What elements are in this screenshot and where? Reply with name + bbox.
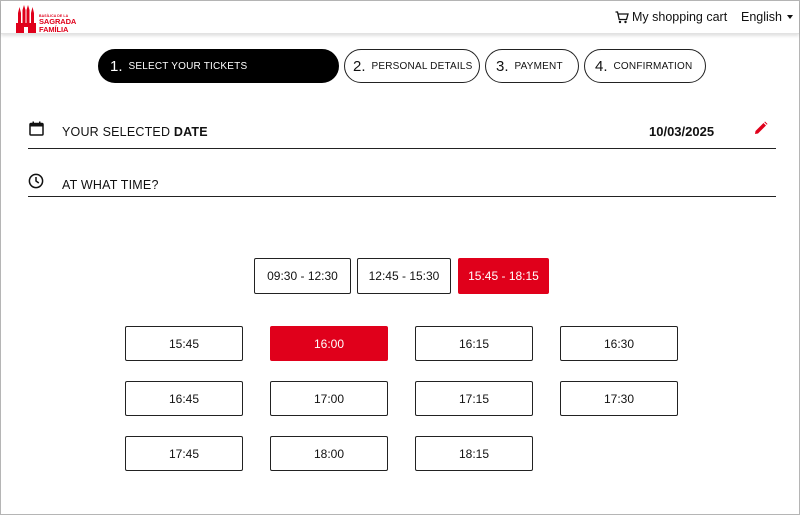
step-label: SELECT YOUR TICKETS bbox=[128, 60, 248, 72]
date-row-divider bbox=[28, 148, 776, 149]
time-row-divider bbox=[28, 196, 776, 197]
cart-label: My shopping cart bbox=[632, 10, 728, 24]
step-personal-details[interactable]: 2. PERSONAL DETAILS bbox=[344, 49, 480, 83]
time-range-button[interactable]: 12:45 - 15:30 bbox=[357, 258, 451, 294]
time-slot-button[interactable]: 17:30 bbox=[560, 381, 678, 416]
shopping-cart-icon bbox=[615, 10, 629, 23]
time-range-button-selected[interactable]: 15:45 - 18:15 bbox=[458, 258, 549, 294]
time-question-label: AT WHAT TIME? bbox=[62, 178, 159, 192]
time-range-button[interactable]: 09:30 - 12:30 bbox=[254, 258, 351, 294]
time-slot-button[interactable]: 16:30 bbox=[560, 326, 678, 361]
step-payment[interactable]: 3. PAYMENT bbox=[485, 49, 579, 83]
time-slot-button[interactable]: 17:45 bbox=[125, 436, 243, 471]
calendar-icon bbox=[29, 121, 44, 136]
step-number: 2. bbox=[353, 57, 366, 75]
date-label-prefix: YOUR SELECTED bbox=[62, 125, 174, 139]
step-select-tickets[interactable]: 1. SELECT YOUR TICKETS bbox=[98, 49, 339, 83]
step-number: 1. bbox=[110, 57, 123, 75]
shopping-cart-link[interactable]: My shopping cart bbox=[615, 9, 727, 25]
sagrada-familia-logo[interactable]: BASÍLICA DE LA SAGRADA FAMÍLIA bbox=[16, 3, 78, 33]
language-selector[interactable]: English bbox=[741, 9, 793, 25]
basilica-towers-icon bbox=[16, 5, 36, 33]
clock-icon bbox=[28, 173, 44, 189]
pencil-icon[interactable] bbox=[753, 121, 768, 136]
step-number: 3. bbox=[496, 57, 509, 75]
language-label: English bbox=[741, 10, 782, 24]
step-label: CONFIRMATION bbox=[613, 60, 693, 72]
step-label: PERSONAL DETAILS bbox=[371, 60, 473, 72]
top-bar: BASÍLICA DE LA SAGRADA FAMÍLIA My shoppi… bbox=[1, 1, 799, 34]
logo-line-3: FAMÍLIA bbox=[39, 24, 69, 34]
time-slot-button[interactable]: 17:00 bbox=[270, 381, 388, 416]
time-slot-button[interactable]: 18:00 bbox=[270, 436, 388, 471]
selected-date-value: 10/03/2025 bbox=[649, 124, 715, 139]
date-label-bold: DATE bbox=[173, 125, 208, 139]
step-number: 4. bbox=[595, 57, 608, 75]
selected-date-label: YOUR SELECTED DATE bbox=[62, 125, 208, 139]
time-slot-button[interactable]: 18:15 bbox=[415, 436, 533, 471]
step-label: PAYMENT bbox=[514, 60, 563, 72]
time-slot-button[interactable]: 17:15 bbox=[415, 381, 533, 416]
time-slot-button[interactable]: 16:45 bbox=[125, 381, 243, 416]
time-slot-button[interactable]: 16:15 bbox=[415, 326, 533, 361]
step-confirmation[interactable]: 4. CONFIRMATION bbox=[584, 49, 706, 83]
time-slot-button[interactable]: 15:45 bbox=[125, 326, 243, 361]
chevron-down-icon bbox=[787, 15, 793, 19]
time-slot-button-selected[interactable]: 16:00 bbox=[270, 326, 388, 361]
